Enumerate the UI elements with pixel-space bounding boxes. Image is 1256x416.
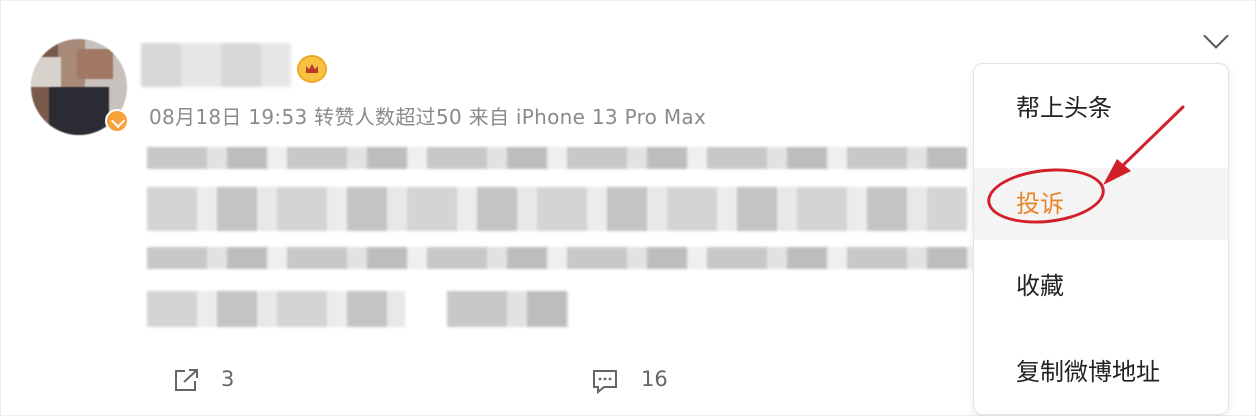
red-arrow-annotation — [1103, 105, 1185, 185]
avatar-pixel — [31, 57, 61, 87]
blurred-text-line — [447, 291, 569, 327]
share-icon[interactable] — [173, 367, 201, 393]
avatar-pixel — [49, 87, 109, 135]
avatar-pixel — [77, 49, 113, 79]
menu-item-favorite[interactable]: 收藏 — [974, 256, 1228, 316]
crown-icon[interactable] — [297, 55, 327, 83]
post-meta: 08月18日 19:53 转赞人数超过50 来自 iPhone 13 Pro M… — [149, 105, 707, 129]
blurred-text-line — [147, 147, 967, 169]
blurred-text-line — [147, 291, 405, 327]
share-count: 3 — [221, 367, 235, 391]
verified-badge-icon — [105, 109, 129, 133]
username-blurred[interactable] — [141, 43, 291, 87]
blurred-text-line — [147, 187, 967, 231]
menu-item-copy-link[interactable]: 复制微博地址 — [974, 342, 1228, 402]
chevron-down-icon[interactable] — [1203, 23, 1229, 49]
weibo-post-card: 08月18日 19:53 转赞人数超过50 来自 iPhone 13 Pro M… — [0, 0, 1256, 416]
comment-count: 16 — [641, 367, 668, 391]
blurred-text-line — [147, 247, 973, 269]
comment-icon[interactable] — [591, 368, 619, 394]
